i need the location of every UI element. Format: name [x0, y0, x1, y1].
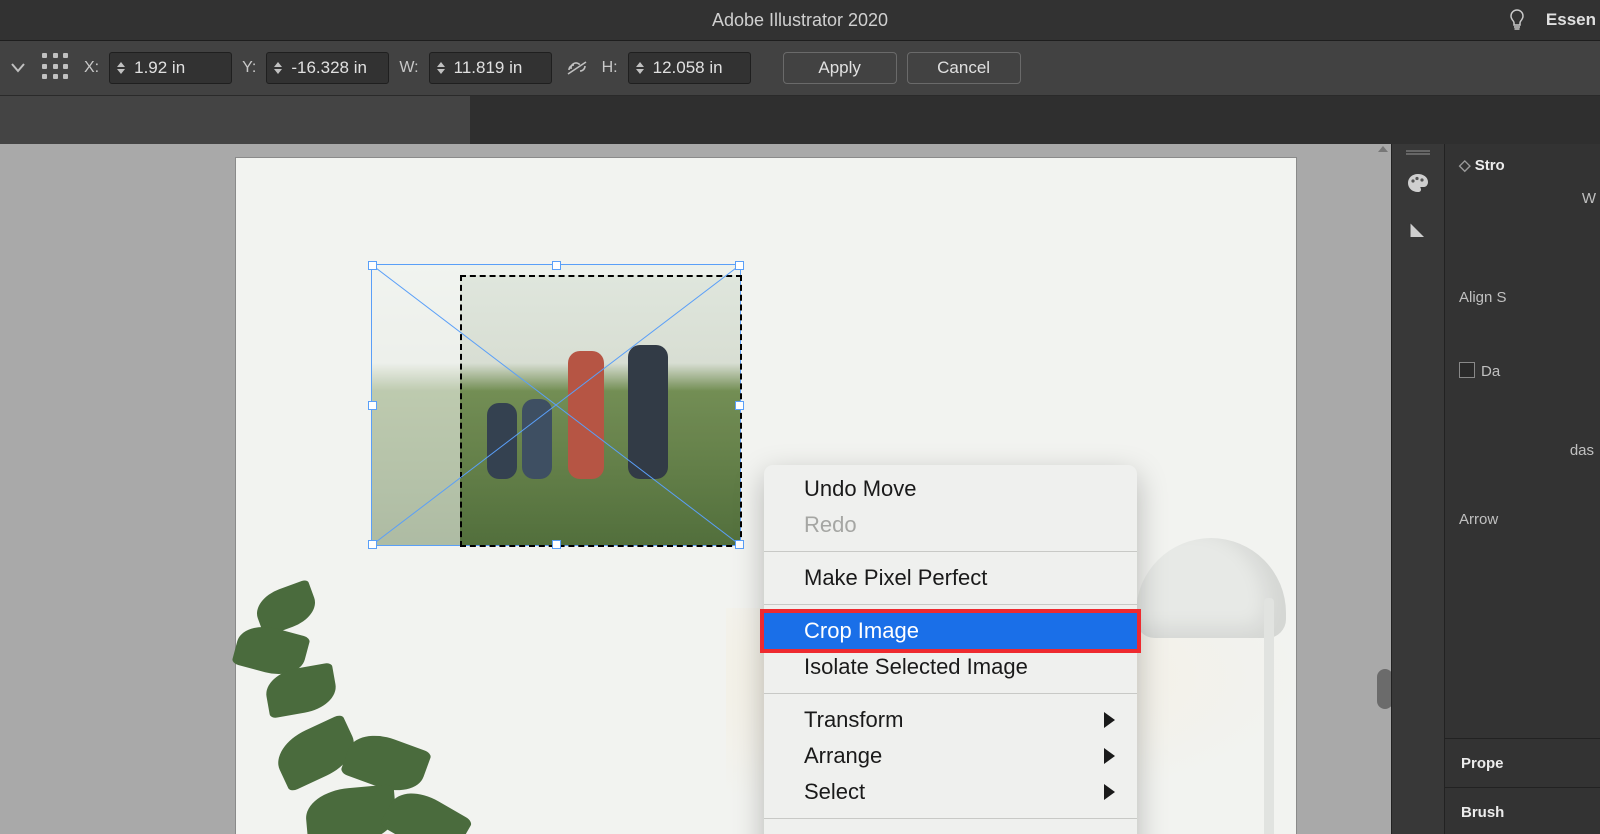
work-area: Undo Move Redo Make Pixel Perfect Crop I… [0, 144, 1600, 834]
submenu-arrow-icon [1104, 784, 1115, 800]
menu-transform-label: Transform [804, 706, 903, 734]
dash-label: das [1445, 434, 1600, 467]
discover-icon[interactable] [1506, 9, 1528, 31]
document-tab[interactable] [0, 96, 470, 144]
w-label: W: [399, 59, 418, 77]
dock-grip[interactable] [1406, 150, 1430, 155]
selected-image-bounding-box[interactable] [371, 264, 741, 546]
handle-bottom-right[interactable] [735, 540, 744, 549]
h-label: H: [602, 59, 618, 77]
dashed-label: Da [1481, 363, 1500, 380]
panel-dock [1391, 144, 1444, 834]
h-input[interactable] [651, 58, 750, 78]
color-guide-icon[interactable] [1400, 211, 1436, 247]
menu-separator [764, 818, 1137, 819]
decorative-plant [266, 708, 486, 834]
constrain-proportions-icon[interactable] [562, 53, 592, 83]
document-tab-row [0, 96, 1600, 144]
x-label: X: [84, 59, 99, 77]
title-bar: Adobe Illustrator 2020 Essen [0, 0, 1600, 41]
stepper-down-icon[interactable] [117, 69, 125, 74]
w-field[interactable] [429, 52, 552, 84]
control-bar: X: Y: W: H: Apply Cancel [0, 41, 1600, 96]
dashed-line-checkbox[interactable]: Da [1445, 354, 1600, 388]
handle-top-left[interactable] [368, 261, 377, 270]
menu-select-label: Select [804, 778, 865, 806]
scroll-up-icon[interactable] [1378, 146, 1388, 152]
menu-separator [764, 551, 1137, 552]
menu-redo: Redo [764, 507, 1137, 543]
x-field[interactable] [109, 52, 232, 84]
properties-panel: ◀◀ ◇ Stro W Align S Da das Arrow Prope B… [1444, 144, 1600, 834]
canvas[interactable] [0, 144, 1391, 834]
menu-add-to-library[interactable]: Add to Library [764, 827, 1137, 834]
menu-crop-image[interactable]: Crop Image [760, 609, 1141, 653]
stroke-header[interactable]: Stro [1475, 157, 1505, 174]
h-field[interactable] [628, 52, 751, 84]
apply-button[interactable]: Apply [783, 52, 897, 84]
menu-select[interactable]: Select [764, 774, 1137, 810]
arrowheads-label: Arrow [1445, 503, 1600, 536]
vertical-scrollbar-thumb[interactable] [1377, 669, 1391, 709]
stepper-up-icon[interactable] [117, 62, 125, 67]
x-input[interactable] [132, 58, 231, 78]
handle-bottom-left[interactable] [368, 540, 377, 549]
app-title: Adobe Illustrator 2020 [712, 10, 888, 31]
menu-undo[interactable]: Undo Move [764, 471, 1137, 507]
selection-diagonals [372, 265, 740, 545]
stepper-down-icon[interactable] [437, 69, 445, 74]
handle-middle-left[interactable] [368, 401, 377, 410]
menu-separator [764, 604, 1137, 605]
menu-arrange-label: Arrange [804, 742, 882, 770]
stepper-up-icon[interactable] [437, 62, 445, 67]
menu-isolate-image[interactable]: Isolate Selected Image [764, 649, 1137, 685]
menu-pixel-perfect[interactable]: Make Pixel Perfect [764, 560, 1137, 596]
menu-arrange[interactable]: Arrange [764, 738, 1137, 774]
workspace-switcher[interactable]: Essen [1546, 10, 1596, 30]
submenu-arrow-icon [1104, 712, 1115, 728]
handle-bottom-middle[interactable] [552, 540, 561, 549]
stepper-up-icon[interactable] [636, 62, 644, 67]
handle-top-right[interactable] [735, 261, 744, 270]
stepper-down-icon[interactable] [636, 69, 644, 74]
align-stroke-label: Align S [1445, 281, 1600, 314]
stroke-weight-label: W [1445, 182, 1600, 215]
context-menu: Undo Move Redo Make Pixel Perfect Crop I… [764, 465, 1137, 834]
w-input[interactable] [452, 58, 551, 78]
stepper-down-icon[interactable] [274, 69, 282, 74]
cancel-button[interactable]: Cancel [907, 52, 1021, 84]
control-menu-chevron-icon[interactable] [6, 54, 30, 82]
color-palette-icon[interactable] [1400, 165, 1436, 201]
y-label: Y: [242, 59, 256, 77]
brushes-tab[interactable]: Brush [1445, 787, 1600, 834]
handle-top-middle[interactable] [552, 261, 561, 270]
submenu-arrow-icon [1104, 748, 1115, 764]
decorative-lamp [1136, 538, 1336, 834]
stepper-up-icon[interactable] [274, 62, 282, 67]
y-input[interactable] [289, 58, 388, 78]
reference-point-selector[interactable] [40, 51, 74, 85]
menu-separator [764, 693, 1137, 694]
y-field[interactable] [266, 52, 389, 84]
handle-middle-right[interactable] [735, 401, 744, 410]
menu-transform[interactable]: Transform [764, 702, 1137, 738]
properties-tab[interactable]: Prope [1445, 738, 1600, 787]
